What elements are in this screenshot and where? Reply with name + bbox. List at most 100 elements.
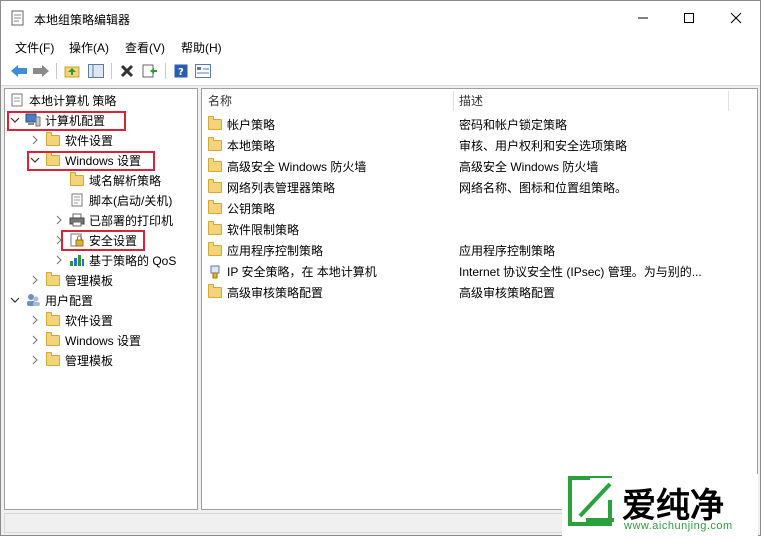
column-desc-label: 描述 [459,93,484,108]
list-item-name: 网络列表管理器策略 [227,181,336,195]
chevron-right-icon[interactable] [29,334,41,346]
chevron-right-icon[interactable] [53,214,65,226]
folder-icon [207,179,223,195]
folder-icon [207,221,223,237]
forward-arrow-icon[interactable] [32,62,50,80]
lock-folder-icon [207,137,223,153]
folder-icon [69,171,85,187]
highlight-security-settings [61,230,145,251]
tree-root-label: 本地计算机 策略 [29,93,117,108]
tree-user-windows[interactable]: Windows 设置 [29,330,141,350]
chevron-down-icon[interactable] [9,294,21,306]
list-item[interactable]: 软件限制策略 [207,219,299,240]
ip-security-icon [207,265,223,279]
list-pane: 名称 描述 帐户策略 密码和帐户锁定策略 本地策略 审核、用户权利和安全选项策略… [201,88,758,510]
list-item[interactable]: IP 安全策略，在 本地计算机 [207,261,377,282]
tree-printers[interactable]: 已部署的打印机 [53,210,173,230]
menu-view[interactable]: 查看(V) [125,39,165,56]
close-button[interactable] [713,1,759,35]
list-item[interactable]: 帐户策略 [207,114,275,135]
tree-user-config-label: 用户配置 [45,293,94,308]
delete-icon[interactable] [118,62,136,80]
list-item-name: 应用程序控制策略 [227,244,324,258]
folder-icon [207,200,223,216]
list-item[interactable]: 高级安全 Windows 防火墙 [207,156,366,177]
folder-icon [207,158,223,174]
tree-scripts[interactable]: 脚本(启动/关机) [69,190,172,210]
list-item[interactable]: 应用程序控制策略 [207,240,323,261]
list-item-desc: 应用程序控制策略 [459,244,556,258]
show-tree-icon[interactable] [87,62,105,80]
tree-user-config[interactable]: 用户配置 [9,290,93,310]
tree-user-software[interactable]: 软件设置 [29,310,113,330]
tree-scripts-label: 脚本(启动/关机) [89,193,173,208]
tree-dns-policy-label: 域名解析策略 [89,173,162,188]
list-item[interactable]: 公钥策略 [207,198,275,219]
tree-admin-templates[interactable]: 管理模板 [29,270,113,290]
printer-icon [69,213,85,227]
minimize-button[interactable] [620,1,666,35]
back-arrow-icon[interactable] [10,62,28,80]
column-divider[interactable] [453,91,454,111]
tree-pane: 本地计算机 策略 计算机配置 软件设置 Windows 设置 域名解析策略 脚本… [4,88,198,510]
tree-printers-label: 已部署的打印机 [89,213,174,228]
title-bar: 本地组策略编辑器 [1,1,760,35]
list-item[interactable]: 本地策略 [207,135,275,156]
toolbar: ? [1,57,760,86]
list-item-name: IP 安全策略，在 本地计算机 [227,265,377,279]
folder-icon [45,311,61,327]
tree-user-admin-label: 管理模板 [65,353,114,368]
policy-document-icon [9,93,25,107]
tree-root[interactable]: 本地计算机 策略 [9,90,116,110]
help-icon[interactable]: ? [172,62,190,80]
column-header-name[interactable]: 名称 [208,89,452,111]
toolbar-separator [165,63,166,79]
list-item[interactable]: 高级审核策略配置 [207,282,323,303]
menu-file[interactable]: 文件(F) [15,39,54,56]
list-item-name: 高级审核策略配置 [227,286,324,300]
list-item-name: 帐户策略 [227,118,276,132]
column-header-desc[interactable]: 描述 [459,89,729,111]
chevron-right-icon[interactable] [53,254,65,266]
menu-bar: 文件(F) 操作(A) 查看(V) 帮助(H) [1,35,760,57]
highlight-computer-config [7,111,126,131]
list-item-name: 本地策略 [227,139,276,153]
tree-dns-policy[interactable]: 域名解析策略 [69,170,161,190]
bar-graph-icon [69,253,85,267]
chevron-right-icon[interactable] [29,134,41,146]
menu-action[interactable]: 操作(A) [69,39,109,56]
list-item[interactable]: 网络列表管理器策略 [207,177,335,198]
list-item-desc: 高级审核策略配置 [459,286,556,300]
menu-help[interactable]: 帮助(H) [181,39,222,56]
tree-software-settings-label: 软件设置 [65,133,114,148]
maximize-button[interactable] [666,1,712,35]
list-item-name: 软件限制策略 [227,223,300,237]
toolbar-separator [111,63,112,79]
app-window: 本地组策略编辑器 文件(F) 操作(A) 查看(V) 帮助(H) ? 本地计算机… [0,0,761,536]
list-item-desc: 密码和帐户锁定策略 [459,118,568,132]
tree-user-admin[interactable]: 管理模板 [29,350,113,370]
tree-software-settings[interactable]: 软件设置 [29,130,113,150]
folder-icon [45,271,61,287]
watermark-logo: 爱纯净 www.aichunjing.com [562,474,758,536]
up-folder-icon[interactable] [63,62,81,80]
lock-folder-icon [207,116,223,132]
list-item-desc: 审核、用户权利和安全选项策略 [459,139,628,153]
column-name-label: 名称 [208,93,233,108]
chevron-right-icon[interactable] [29,354,41,366]
list-item-desc: Internet 协议安全性 (IPsec) 管理。为与别的... [459,265,702,279]
column-divider[interactable] [728,91,729,111]
folder-icon [207,242,223,258]
toolbar-separator [56,63,57,79]
folder-icon [45,331,61,347]
tree-qos[interactable]: 基于策略的 QoS [53,250,176,270]
chevron-right-icon[interactable] [29,314,41,326]
tree-admin-templates-label: 管理模板 [65,273,114,288]
export-icon[interactable] [141,62,159,80]
chevron-right-icon[interactable] [29,274,41,286]
properties-icon[interactable] [194,62,212,80]
list-item-name: 公钥策略 [227,202,276,216]
folder-icon [45,131,61,147]
list-item-name: 高级安全 Windows 防火墙 [227,160,367,174]
tree-user-windows-label: Windows 设置 [65,333,142,348]
